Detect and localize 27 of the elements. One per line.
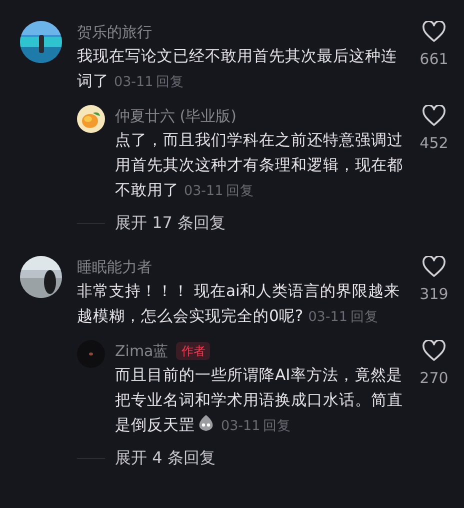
comment-text: 我现在写论文已经不敢用首先其次最后这种连词了 03-11 回复	[77, 46, 398, 92]
reply-link[interactable]: 回复	[226, 183, 254, 199]
like-count: 452	[420, 133, 448, 153]
comment-date: 03-11	[114, 74, 154, 90]
heart-icon[interactable]	[422, 256, 446, 278]
username[interactable]: 贺乐的旅行	[77, 23, 152, 41]
reply-text: 而且目前的一些所谓降AI率方法，竟然是把专业名词和学术用语换成口水话。简直是倒反天罡 03-11 回复	[115, 365, 404, 436]
like-count: 661	[420, 49, 448, 69]
heart-icon[interactable]	[422, 21, 446, 43]
username[interactable]: Zima蓝	[115, 340, 168, 362]
author-badge: 作者	[176, 342, 210, 360]
username[interactable]: 仲夏廿六 (毕业版)	[115, 105, 236, 127]
heart-icon[interactable]	[422, 105, 446, 127]
comment-text: 非常支持！！！ 现在ai和人类语言的界限越来越模糊，怎么会实现完全的0呢? 03-11 回复	[77, 281, 401, 327]
comment-date: 03-11	[184, 183, 224, 199]
expand-replies-link[interactable]: 展开 17 条回复	[115, 212, 226, 234]
username[interactable]: 睡眠能力者	[77, 258, 152, 276]
comment-date: 03-11	[221, 418, 260, 434]
heart-icon[interactable]	[422, 340, 446, 362]
comment-date: 03-11	[308, 309, 348, 325]
reply-link[interactable]: 回复	[350, 309, 378, 325]
reply-text: 点了，而且我们学科在之前还特意强调过用首先其次这种才有条理和逻辑，现在都不敢用了 03-11 回复	[115, 130, 404, 201]
like-count: 319	[420, 284, 448, 304]
reply-link[interactable]: 回复	[156, 74, 184, 90]
expand-replies-link[interactable]: 展开 4 条回复	[115, 447, 216, 469]
reply-link[interactable]: 回复	[263, 418, 292, 434]
like-count: 270	[420, 368, 448, 388]
